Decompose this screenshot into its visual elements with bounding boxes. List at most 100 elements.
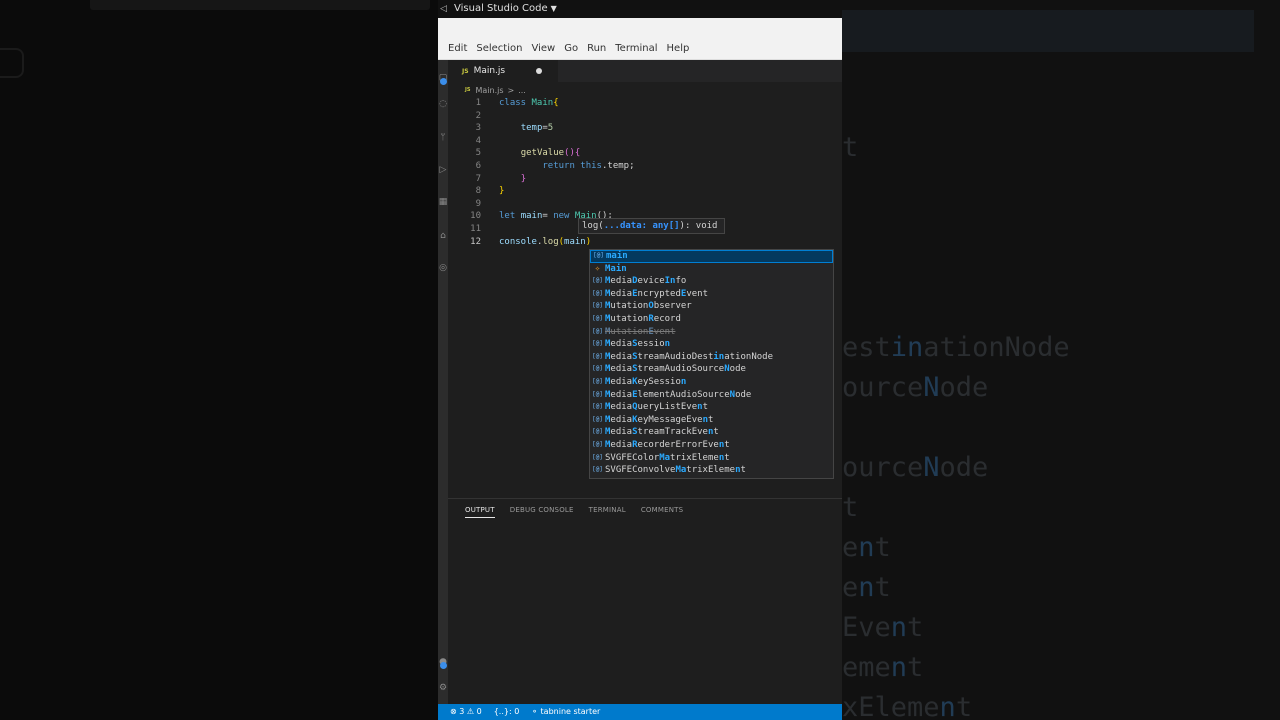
- extensions-icon[interactable]: ▦: [438, 196, 448, 208]
- suggestion-text: edia: [610, 402, 633, 413]
- suggestion-item[interactable]: [@] MediaStreamTrackEvent: [590, 426, 833, 439]
- caret-down-icon: ▼: [550, 4, 557, 13]
- code-token: ): [585, 236, 592, 247]
- backdrop-left: [0, 0, 438, 720]
- suggestion-item[interactable]: [@] MutationEvent: [590, 326, 833, 339]
- menu-run[interactable]: Run: [587, 43, 606, 54]
- code-token: new: [553, 211, 570, 222]
- code-token: }: [499, 186, 505, 197]
- chevron-right-icon: >: [507, 85, 515, 95]
- suggestion-item[interactable]: [@] MutationObserver: [590, 300, 833, 313]
- suggestion-item[interactable]: [@] MutationRecord: [590, 313, 833, 326]
- suggestion-item[interactable]: [@] MediaElementAudioSourceNode: [590, 389, 833, 402]
- suggestion-text: t: [740, 465, 746, 476]
- backdrop-ghost-token: ationNode: [923, 332, 1070, 363]
- suggestion-text: trixEleme: [670, 452, 719, 463]
- suggestion-text: SVGFEConvolve: [605, 465, 676, 476]
- breadcrumb-file[interactable]: Main.js: [475, 86, 503, 95]
- source-control-icon[interactable]: ᛘ: [438, 132, 448, 144]
- suggestion-item[interactable]: [@] MediaSession: [590, 338, 833, 351]
- panel-tab-comments[interactable]: COMMENTS: [641, 506, 683, 518]
- suggestion-text: ode: [729, 364, 746, 375]
- suggestion-label: MediaKeySession: [605, 376, 686, 389]
- breadcrumb-more[interactable]: ...: [518, 86, 526, 95]
- backdrop-ghost-token: n: [939, 692, 956, 720]
- backdrop-ghost-token: n: [890, 612, 908, 643]
- panel-tab-terminal[interactable]: TERMINAL: [589, 506, 626, 518]
- editor-tab-bar: JS Main.js: [448, 60, 842, 82]
- variable-symbol-icon: [@]: [592, 403, 603, 411]
- suggestion-label: SVGFEColorMatrixElement: [605, 452, 730, 465]
- suggestion-item[interactable]: [@] main: [590, 250, 833, 263]
- window-title-menu[interactable]: Visual Studio Code ▼: [454, 0, 557, 18]
- vscode-logo-icon: ◁: [440, 4, 447, 14]
- backdrop-ghost-text: estinationNode: [842, 332, 1070, 363]
- suggestion-text: ncrypted: [637, 288, 681, 299]
- suggestion-match: Main: [605, 263, 627, 274]
- suggestion-text: edia: [610, 389, 633, 400]
- run-debug-icon[interactable]: ▷: [438, 164, 448, 176]
- tab-label: Main.js: [473, 66, 506, 76]
- suggestion-item[interactable]: [@] MediaEncryptedEvent: [590, 288, 833, 301]
- suggestion-item[interactable]: [@] SVGFEConvolveMatrixElement: [590, 464, 833, 477]
- backdrop-right: t estinationNode ourceNode ourceNode t ent ent…: [842, 0, 1280, 720]
- menu-terminal[interactable]: Terminal: [615, 43, 657, 54]
- code-token: return: [542, 161, 575, 171]
- code-token: Main: [531, 98, 554, 108]
- unsaved-dot-icon[interactable]: [536, 68, 542, 74]
- variable-symbol-icon: [@]: [592, 277, 603, 285]
- title-bar: ◁ Visual Studio Code ▼: [438, 0, 842, 18]
- suggestion-item[interactable]: [@] MediaQueryListEvent: [590, 401, 833, 414]
- suggestion-text: treamAudioSource: [637, 364, 725, 375]
- suggestion-text: evice: [637, 276, 665, 287]
- suggestion-item[interactable]: [@] MediaDeviceInfo: [590, 275, 833, 288]
- line-number: 11: [470, 224, 481, 234]
- code-text: temp=5: [499, 122, 554, 135]
- suggestion-match: n: [664, 339, 671, 350]
- suggestion-item[interactable]: [@] MediaStreamAudioDestinationNode: [590, 351, 833, 364]
- tabnine-status[interactable]: ⚬ tabnine starter: [531, 704, 600, 720]
- backdrop-ghost-text: ent: [842, 532, 891, 563]
- suggestion-item[interactable]: [@] MediaStreamAudioSourceNode: [590, 363, 833, 376]
- suggestion-item[interactable]: [@] MediaKeyMessageEvent: [590, 414, 833, 427]
- tabnine-icon[interactable]: ◎: [438, 262, 448, 274]
- suggestion-item[interactable]: [@] MediaRecorderErrorEvent: [590, 439, 833, 452]
- javascript-file-icon: JS: [465, 87, 471, 93]
- backdrop-ghost-token: eme: [842, 652, 891, 683]
- suggestion-item[interactable]: [@] SVGFEColorMatrixElement: [590, 452, 833, 465]
- backdrop-ghost-token: t: [907, 652, 924, 683]
- settings-gear-icon[interactable]: ⚙: [438, 682, 448, 694]
- menu-edit[interactable]: Edit: [448, 43, 467, 54]
- signature-prefix: log(: [582, 221, 604, 231]
- suggestion-label: MediaSession: [605, 338, 670, 351]
- line-number: 8: [475, 186, 481, 197]
- suggestion-label: MutationEvent: [605, 326, 675, 339]
- menu-view[interactable]: View: [531, 43, 555, 54]
- suggestion-text: ecorderErrorEve: [637, 439, 719, 450]
- search-icon[interactable]: ◌: [438, 98, 448, 110]
- panel-tab-output[interactable]: OUTPUT: [465, 506, 495, 518]
- suggestion-item[interactable]: [@] MediaKeySession: [590, 376, 833, 389]
- suggestion-text: treamTrackEve: [637, 427, 708, 438]
- suggestion-text: t: [724, 439, 730, 450]
- menu-selection[interactable]: Selection: [476, 43, 522, 54]
- backdrop-ghost-text: ent: [842, 572, 891, 603]
- menu-go[interactable]: Go: [564, 43, 578, 54]
- activity-bar: ▢ ◌ ᛘ ▷ ▦ ⌂ ◎ ● ⚙: [438, 60, 448, 704]
- problems-status[interactable]: ⊗ 3 ⚠ 0: [450, 704, 482, 720]
- menu-bar: Edit Selection View Go Run Terminal Help: [438, 18, 842, 60]
- suggestion-text: utation: [610, 313, 649, 324]
- suggestion-text: ationNode: [724, 351, 774, 362]
- tab-main-js[interactable]: JS Main.js: [448, 60, 558, 82]
- bracket-status[interactable]: {..}: 0: [494, 704, 520, 720]
- line-number: 9: [475, 198, 481, 209]
- suggestion-item[interactable]: ✧ Main: [590, 263, 833, 276]
- backdrop-ghost-token: n: [890, 652, 908, 683]
- breadcrumb: JS Main.js > ...: [448, 82, 842, 98]
- suggestion-text: edia: [610, 276, 633, 287]
- menu-help[interactable]: Help: [667, 43, 690, 54]
- remote-icon[interactable]: ⌂: [438, 230, 448, 242]
- code-token: class: [499, 98, 527, 108]
- panel-tab-debug-console[interactable]: DEBUG CONSOLE: [510, 506, 574, 518]
- signature-active-param: ...data: any[]: [603, 221, 680, 231]
